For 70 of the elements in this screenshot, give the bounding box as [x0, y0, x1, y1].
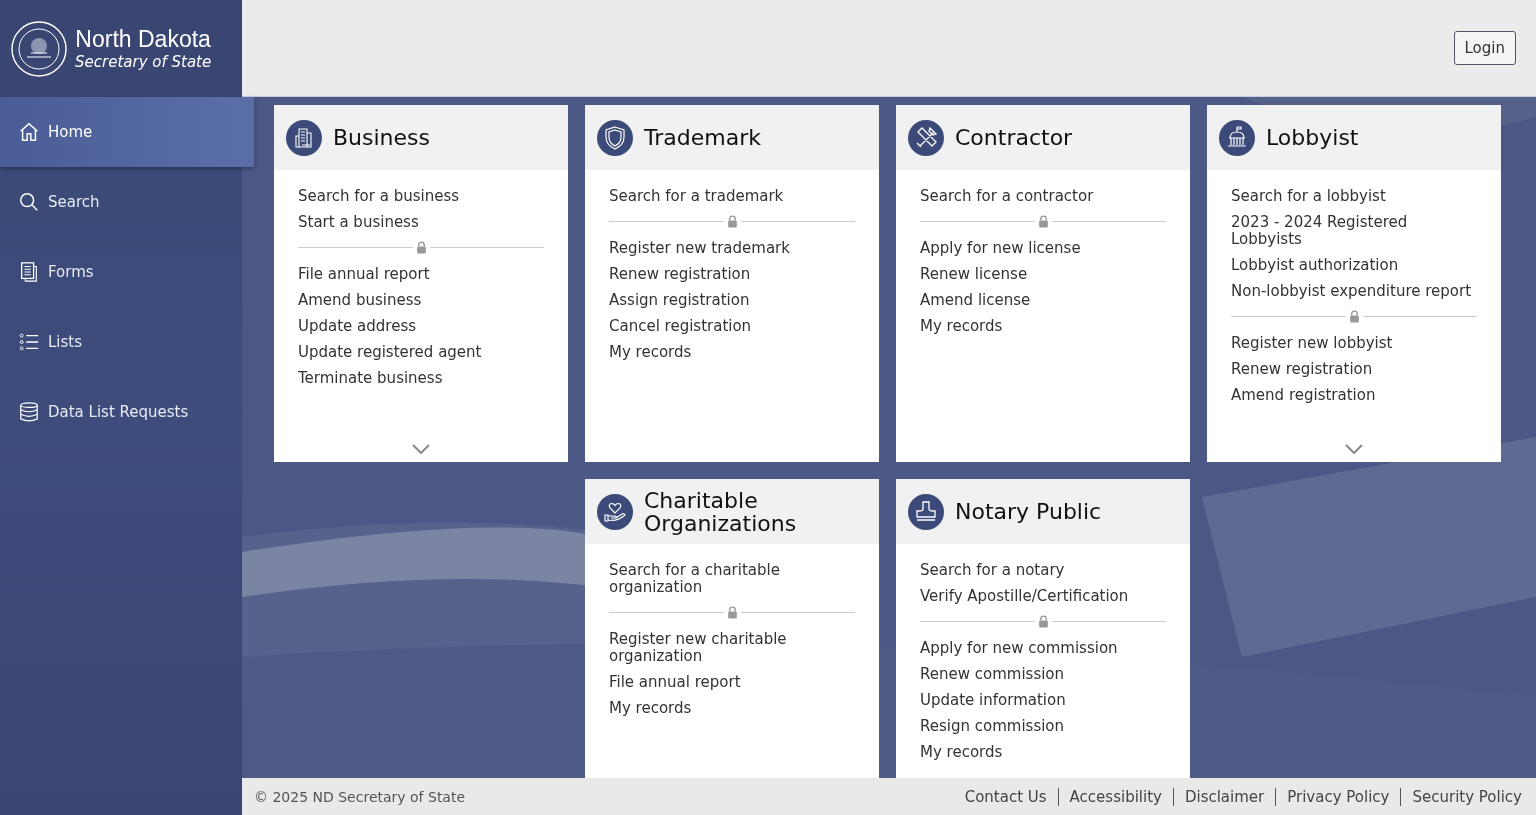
site-subtitle: Secretary of State — [75, 53, 212, 71]
card-link[interactable]: Renew registration — [609, 266, 751, 283]
shield-icon — [597, 119, 633, 156]
card-link[interactable]: Search for a charitable organization — [609, 562, 855, 596]
site-title: North Dakota — [75, 26, 211, 53]
card-link[interactable]: Search for a contractor — [920, 188, 1094, 205]
card-link[interactable]: Cancel registration — [609, 318, 752, 335]
card-link[interactable]: Update information — [920, 692, 1066, 709]
heart-hand-icon — [597, 493, 633, 530]
card-title: Notary Public — [955, 500, 1102, 523]
card-title: Trademark — [644, 126, 761, 149]
database-icon — [18, 401, 40, 423]
card-link[interactable]: Apply for new license — [920, 240, 1081, 257]
card-link[interactable]: Non-lobbyist expenditure report — [1231, 283, 1472, 300]
footer-link[interactable]: Disclaimer — [1172, 787, 1276, 806]
card-link[interactable]: Search for a notary — [920, 562, 1065, 579]
list-icon — [18, 331, 40, 353]
card-link[interactable]: Update registered agent — [298, 344, 482, 361]
card-link[interactable]: Update address — [298, 318, 417, 335]
chevron-down-icon[interactable] — [412, 444, 430, 454]
card-link[interactable]: Amend registration — [1231, 387, 1376, 404]
card-link[interactable]: Renew commission — [920, 666, 1065, 683]
nav-item[interactable]: Lists — [0, 307, 242, 377]
card-link[interactable]: 2023 - 2024 Registered Lobbyists — [1231, 214, 1477, 248]
card-link[interactable]: My records — [920, 318, 1003, 335]
card-link[interactable]: Search for a business — [298, 188, 460, 205]
card-link[interactable]: Start a business — [298, 214, 419, 231]
card-link[interactable]: My records — [609, 344, 692, 361]
card-title: Business — [333, 126, 430, 149]
footer-link[interactable]: Contact Us — [953, 787, 1058, 806]
card-link[interactable]: Verify Apostille/Certification — [920, 588, 1129, 605]
card-title: Contractor — [955, 126, 1073, 149]
login-button[interactable]: Login — [1453, 31, 1516, 65]
home-icon — [18, 121, 40, 143]
search-icon — [18, 191, 40, 213]
card-link[interactable]: Renew license — [920, 266, 1028, 283]
card-link[interactable]: Search for a lobbyist — [1231, 188, 1386, 205]
card-link[interactable]: My records — [920, 744, 1003, 761]
card-link[interactable]: Search for a trademark — [609, 188, 784, 205]
nav-item[interactable]: Search — [0, 167, 242, 237]
copyright-text: © 2025 ND Secretary of State — [254, 788, 466, 805]
hammer-ruler-icon — [908, 119, 944, 156]
chevron-down-icon[interactable] — [1345, 444, 1363, 454]
state-seal-icon — [11, 20, 67, 77]
document-icon — [18, 261, 40, 283]
card-link[interactable]: Register new lobbyist — [1231, 335, 1393, 352]
card-link[interactable]: Amend business — [298, 292, 422, 309]
card-link[interactable]: File annual report — [298, 266, 430, 283]
capitol-building-icon — [1219, 119, 1255, 156]
card-link[interactable]: Register new charitable organization — [609, 631, 855, 665]
nav-item[interactable]: Forms — [0, 237, 242, 307]
footer-link[interactable]: Security Policy — [1400, 787, 1524, 806]
card-link[interactable]: Resign commission — [920, 718, 1065, 735]
card-link[interactable]: Apply for new commission — [920, 640, 1118, 657]
footer-link[interactable]: Accessibility — [1057, 787, 1173, 806]
building-icon — [286, 119, 322, 156]
card-link[interactable]: Lobbyist authorization — [1231, 257, 1399, 274]
card-link[interactable]: Terminate business — [298, 370, 443, 387]
card-title: Charitable Organizations — [644, 488, 798, 535]
stamp-icon — [908, 493, 944, 530]
nav-item[interactable]: Data List Requests — [0, 377, 242, 447]
card-link[interactable]: File annual report — [609, 674, 741, 691]
card-link[interactable]: Register new trademark — [609, 240, 790, 257]
footer-link[interactable]: Privacy Policy — [1275, 787, 1401, 806]
card-link[interactable]: Amend license — [920, 292, 1031, 309]
nav-item[interactable]: Home — [0, 97, 254, 167]
card-link[interactable]: Renew registration — [1231, 361, 1373, 378]
card-title: Lobbyist — [1266, 126, 1359, 149]
card-link[interactable]: My records — [609, 700, 692, 717]
card-link[interactable]: Assign registration — [609, 292, 750, 309]
